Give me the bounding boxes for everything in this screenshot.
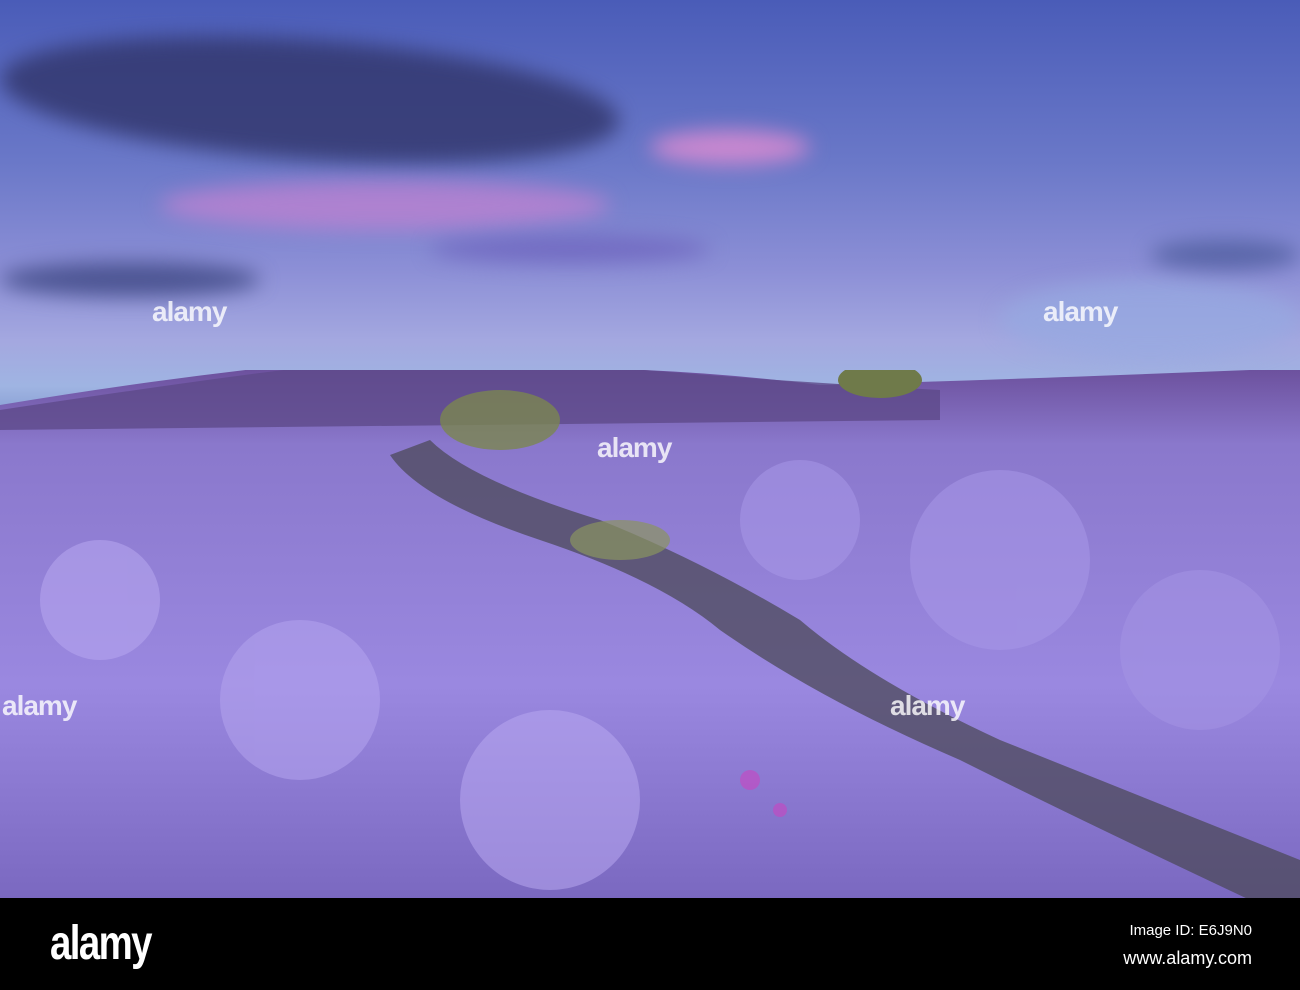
image-id: Image ID: E6J9N0 <box>1129 922 1252 939</box>
stock-photo-page: alamy alamy alamy alamy alamy alamy Imag… <box>0 0 1300 990</box>
pink-cloud <box>430 235 710 263</box>
landscape-photo: alamy alamy alamy alamy alamy <box>0 0 1300 898</box>
footer-bar: alamy Image ID: E6J9N0 www.alamy.com <box>0 898 1300 990</box>
watermark: alamy <box>152 296 227 327</box>
dark-cloud <box>1150 240 1300 270</box>
site-url[interactable]: www.alamy.com <box>1123 948 1252 969</box>
grass-tuft <box>440 390 560 450</box>
grass-tuft <box>570 520 670 560</box>
watermark: alamy <box>597 432 672 463</box>
watermark: alamy <box>1043 296 1118 327</box>
dark-cloud <box>0 18 624 182</box>
alamy-logo: alamy <box>50 917 152 970</box>
watermark: alamy <box>890 690 965 721</box>
pink-cloud <box>160 180 610 230</box>
dark-cloud <box>0 262 260 297</box>
watermark: alamy <box>2 690 77 721</box>
pink-cloud <box>650 130 810 165</box>
